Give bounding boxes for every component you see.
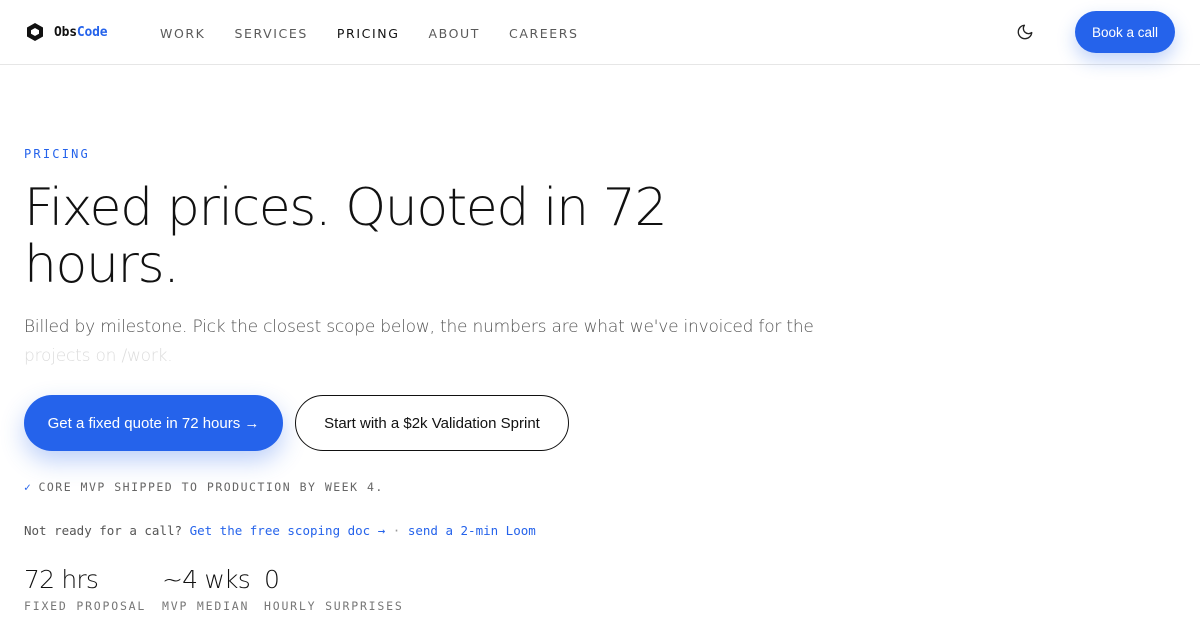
stat-fixed-proposal: 72 hrs FIXED PROPOSAL bbox=[24, 563, 148, 613]
not-ready-text: Not ready for a call? bbox=[24, 523, 183, 538]
stat-hourly-surprises: 0 HOURLY SURPRISES bbox=[264, 563, 404, 613]
book-call-button[interactable]: Book a call bbox=[1075, 11, 1175, 53]
stat-label: MVP MEDIAN bbox=[162, 599, 250, 613]
guarantee-text: CORE MVP SHIPPED TO PRODUCTION BY WEEK 4… bbox=[38, 480, 384, 494]
brand-name: ObsCode bbox=[54, 24, 108, 40]
page-headline: Fixed prices. Quoted in 72 hours. bbox=[24, 178, 668, 295]
stats-row: 72 hrs FIXED PROPOSAL ~4 wks MVP MEDIAN … bbox=[24, 563, 418, 613]
nav-item-work[interactable]: WORK bbox=[160, 26, 205, 41]
hexagon-logo-icon bbox=[25, 22, 45, 42]
subtitle-faded-text: projects on /work. bbox=[24, 346, 173, 366]
nav-item-about[interactable]: ABOUT bbox=[428, 26, 480, 41]
not-ready-line: Not ready for a call? Get the free scopi… bbox=[24, 523, 536, 538]
nav-item-services[interactable]: SERVICES bbox=[234, 26, 307, 41]
stat-value: 72 hrs bbox=[24, 565, 99, 594]
top-navigation-bar: ObsCode WORK SERVICES PRICING ABOUT CARE… bbox=[0, 0, 1200, 65]
nav-item-pricing[interactable]: PRICING bbox=[337, 26, 400, 41]
subtitle-main-text: Billed by milestone. Pick the closest sc… bbox=[24, 317, 814, 337]
stat-label: FIXED PROPOSAL bbox=[24, 599, 147, 613]
stat-value: ~4 wks bbox=[162, 565, 251, 594]
section-eyebrow: PRICING bbox=[24, 147, 90, 161]
moon-icon[interactable] bbox=[1016, 23, 1034, 41]
brand-logo[interactable]: ObsCode bbox=[25, 22, 108, 42]
stat-value: 0 bbox=[264, 565, 280, 594]
separator-dot: · bbox=[392, 523, 401, 538]
nav-item-careers[interactable]: CAREERS bbox=[509, 26, 579, 41]
check-icon: ✓ bbox=[24, 480, 33, 494]
hero-subtitle: Billed by milestone. Pick the closest sc… bbox=[24, 313, 814, 371]
validation-sprint-button[interactable]: Start with a $2k Validation Sprint bbox=[295, 395, 569, 451]
main-nav: WORK SERVICES PRICING ABOUT CAREERS bbox=[160, 26, 608, 41]
stat-mvp-median: ~4 wks MVP MEDIAN bbox=[162, 563, 251, 613]
scoping-doc-link[interactable]: Get the free scoping doc → bbox=[190, 523, 386, 538]
loom-link[interactable]: send a 2-min Loom bbox=[408, 523, 536, 538]
stat-label: HOURLY SURPRISES bbox=[264, 599, 404, 613]
guarantee-note: ✓ CORE MVP SHIPPED TO PRODUCTION BY WEEK … bbox=[24, 480, 384, 494]
get-quote-button[interactable]: Get a fixed quote in 72 hours → bbox=[24, 395, 283, 451]
